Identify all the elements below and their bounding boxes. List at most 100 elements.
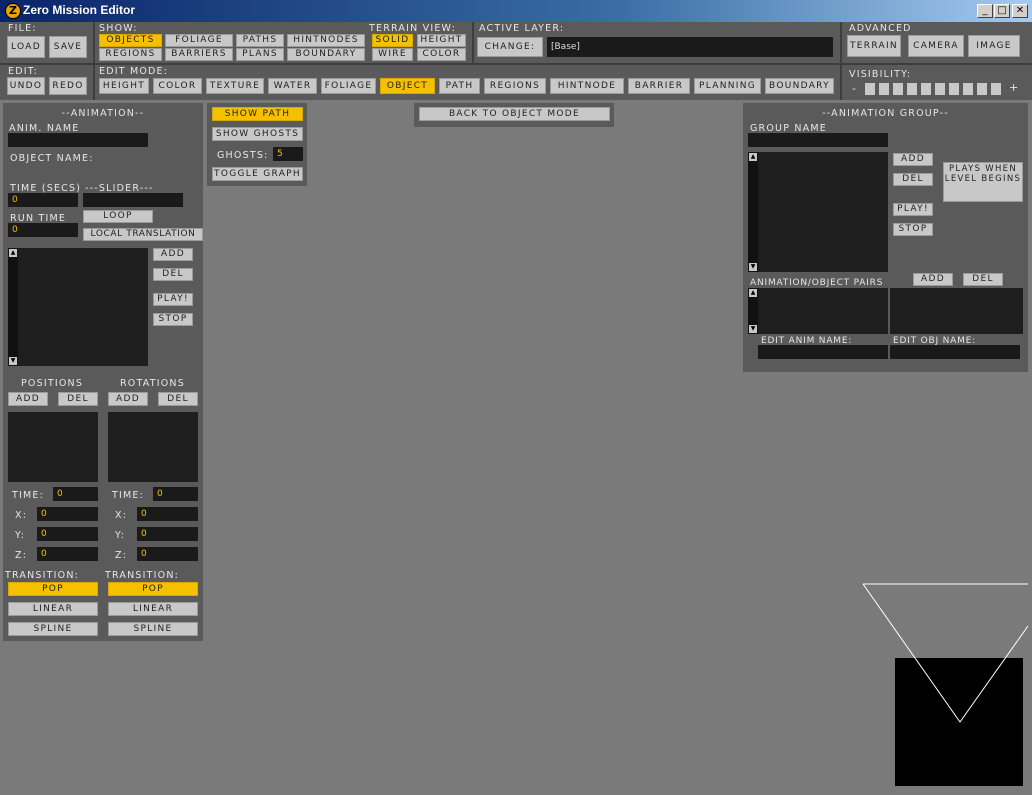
change-layer-button[interactable]: Change:: [477, 37, 543, 57]
pairs-del-button[interactable]: Del: [963, 273, 1003, 286]
show-boundary-toggle[interactable]: Boundary: [287, 48, 365, 61]
group-name-input[interactable]: [748, 133, 888, 147]
pairs-add-button[interactable]: Add: [913, 273, 953, 286]
load-button[interactable]: Load: [7, 36, 45, 58]
advanced-camera-button[interactable]: Camera: [908, 35, 964, 57]
rotation-add-button[interactable]: Add: [108, 392, 148, 406]
rotation-x-input[interactable]: 0: [137, 507, 198, 521]
edit-obj-name-input[interactable]: [890, 345, 1020, 359]
advanced-terrain-button[interactable]: Terrain: [847, 35, 901, 57]
rotations-list[interactable]: [108, 412, 198, 482]
visibility-step[interactable]: [893, 83, 903, 95]
maximize-button[interactable]: □: [994, 4, 1010, 18]
visibility-step[interactable]: [963, 83, 973, 95]
close-button[interactable]: ✕: [1012, 4, 1028, 18]
toggle-graph-button[interactable]: Toggle Graph: [212, 167, 303, 181]
show-path-toggle[interactable]: Show Path: [212, 107, 303, 121]
anim-play-button[interactable]: Play!: [153, 293, 193, 306]
mode-object-tab[interactable]: Object: [380, 78, 435, 94]
rotation-linear-toggle[interactable]: Linear: [108, 602, 198, 616]
show-regions-toggle[interactable]: Regions: [99, 48, 162, 61]
rotation-z-input[interactable]: 0: [137, 547, 198, 561]
visibility-step[interactable]: [935, 83, 945, 95]
run-time-input[interactable]: 0: [8, 223, 78, 237]
position-del-button[interactable]: Del: [58, 392, 98, 406]
group-stop-button[interactable]: Stop: [893, 223, 933, 236]
position-y-input[interactable]: 0: [37, 527, 98, 541]
terrain-wire-toggle[interactable]: Wire: [372, 48, 413, 61]
visibility-increase-button[interactable]: +: [1009, 81, 1019, 94]
mode-barrier-tab[interactable]: Barrier: [628, 78, 690, 94]
show-paths-toggle[interactable]: Paths: [236, 34, 284, 47]
position-spline-toggle[interactable]: Spline: [8, 622, 98, 636]
visibility-slider[interactable]: [865, 83, 1005, 95]
anim-add-button[interactable]: Add: [153, 248, 193, 261]
mode-regions-tab[interactable]: Regions: [484, 78, 546, 94]
anim-pairs-list[interactable]: [748, 288, 888, 334]
anim-stop-button[interactable]: Stop: [153, 313, 193, 326]
visibility-step[interactable]: [949, 83, 959, 95]
show-objects-toggle[interactable]: Objects: [99, 34, 162, 47]
visibility-step[interactable]: [921, 83, 931, 95]
group-list[interactable]: [748, 152, 888, 272]
back-to-object-mode-button[interactable]: Back To Object Mode: [419, 107, 610, 121]
mode-foliage-tab[interactable]: Foliage: [321, 78, 376, 94]
visibility-decrease-button[interactable]: -: [852, 82, 857, 95]
scroll-down-icon[interactable]: ▼: [9, 357, 17, 365]
visibility-step[interactable]: [865, 83, 875, 95]
position-x-input[interactable]: 0: [37, 507, 98, 521]
scroll-up-icon[interactable]: ▲: [749, 289, 757, 297]
undo-button[interactable]: Undo: [7, 77, 45, 95]
terrain-solid-toggle[interactable]: Solid: [372, 34, 413, 47]
visibility-step[interactable]: [977, 83, 987, 95]
position-time-input[interactable]: 0: [53, 487, 98, 501]
ghosts-input[interactable]: 5: [273, 147, 303, 161]
local-translation-button[interactable]: Local Translation: [83, 228, 203, 241]
position-add-button[interactable]: Add: [8, 392, 48, 406]
scroll-down-icon[interactable]: ▼: [749, 325, 757, 333]
terrain-height-toggle[interactable]: Height: [417, 34, 466, 47]
mode-planning-tab[interactable]: Planning: [694, 78, 761, 94]
group-list-scrollbar[interactable]: ▲ ▼: [748, 152, 758, 272]
show-hintnodes-toggle[interactable]: HintNodes: [287, 34, 365, 47]
animation-list-scrollbar[interactable]: ▲ ▼: [8, 248, 18, 366]
scroll-up-icon[interactable]: ▲: [749, 153, 757, 161]
mode-hintnode-tab[interactable]: HintNode: [550, 78, 624, 94]
loop-button[interactable]: Loop: [83, 210, 153, 223]
rotation-time-input[interactable]: 0: [153, 487, 198, 501]
mode-boundary-tab[interactable]: Boundary: [765, 78, 834, 94]
advanced-image-button[interactable]: Image: [968, 35, 1020, 57]
show-barriers-toggle[interactable]: Barriers: [165, 48, 233, 61]
visibility-step[interactable]: [879, 83, 889, 95]
terrain-color-toggle[interactable]: Color: [417, 48, 466, 61]
anim-pairs-scrollbar[interactable]: ▲ ▼: [748, 288, 758, 334]
plays-when-level-begins-toggle[interactable]: Plays When Level Begins: [943, 162, 1023, 202]
anim-name-input[interactable]: [8, 133, 148, 147]
active-layer-field[interactable]: [Base]: [547, 37, 833, 57]
position-pop-toggle[interactable]: Pop: [8, 582, 98, 596]
rotation-y-input[interactable]: 0: [137, 527, 198, 541]
scroll-down-icon[interactable]: ▼: [749, 263, 757, 271]
position-z-input[interactable]: 0: [37, 547, 98, 561]
group-add-button[interactable]: Add: [893, 153, 933, 166]
mode-color-tab[interactable]: Color: [153, 78, 202, 94]
mode-texture-tab[interactable]: Texture: [206, 78, 264, 94]
rotation-spline-toggle[interactable]: Spline: [108, 622, 198, 636]
anim-del-button[interactable]: Del: [153, 268, 193, 281]
show-foliage-toggle[interactable]: Foliage: [165, 34, 233, 47]
visibility-step[interactable]: [991, 83, 1001, 95]
mode-path-tab[interactable]: Path: [439, 78, 480, 94]
position-linear-toggle[interactable]: Linear: [8, 602, 98, 616]
group-del-button[interactable]: Del: [893, 173, 933, 186]
show-ghosts-toggle[interactable]: Show Ghosts: [212, 127, 303, 141]
time-secs-input[interactable]: 0: [8, 193, 78, 207]
redo-button[interactable]: Redo: [49, 77, 87, 95]
mode-height-tab[interactable]: Height: [99, 78, 149, 94]
rotation-pop-toggle[interactable]: Pop: [108, 582, 198, 596]
save-button[interactable]: Save: [49, 36, 87, 58]
time-slider[interactable]: [83, 193, 183, 207]
visibility-step[interactable]: [907, 83, 917, 95]
mode-water-tab[interactable]: Water: [268, 78, 317, 94]
obj-pairs-list[interactable]: [890, 288, 1023, 334]
show-plans-toggle[interactable]: Plans: [236, 48, 284, 61]
